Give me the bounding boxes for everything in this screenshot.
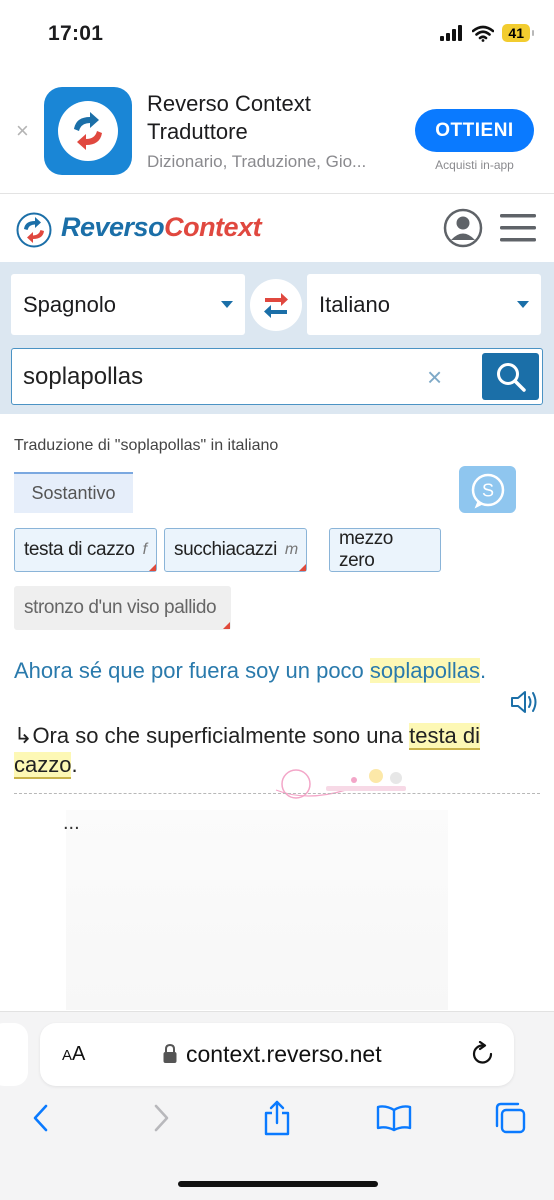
translation-chip[interactable]: stronzo d'un viso pallido [14, 586, 231, 630]
search-icon [496, 362, 526, 392]
hamburger-menu-icon[interactable] [500, 214, 536, 242]
clear-search-button[interactable]: × [427, 362, 442, 393]
chevron-down-icon [221, 301, 233, 308]
app-subtitle: Dizionario, Traduzione, Gio... [147, 152, 367, 171]
app-name: Reverso Context Traduttore [147, 91, 311, 144]
translation-text: mezzo zero [339, 528, 393, 571]
target-language-select[interactable]: Italiano [307, 274, 541, 335]
reverso-context-logo[interactable]: ReversoContext [61, 212, 262, 243]
example-source-text: Ahora sé que por fuera soy un poco [14, 658, 370, 683]
reader-settings-button[interactable]: AA [62, 1043, 85, 1066]
app-install-banner: × Reverso Context Traduttore Dizionario,… [0, 78, 554, 194]
example-target-end: . [71, 752, 78, 777]
get-app-button[interactable]: OTTIENI [415, 109, 534, 152]
share-icon [264, 1100, 290, 1136]
more-results-ellipsis: ... [63, 812, 80, 834]
search-query[interactable]: soplapollas [23, 363, 143, 391]
status-time: 17:01 [48, 22, 104, 45]
forward-button[interactable] [141, 1098, 181, 1138]
search-button[interactable] [482, 353, 539, 400]
watermark-sticker [275, 769, 406, 799]
search-panel: Spagnolo Italiano soplapollas × [0, 262, 554, 414]
user-account-icon[interactable] [443, 208, 483, 248]
banner-close-button[interactable]: × [16, 118, 29, 144]
svg-text:S: S [481, 480, 493, 500]
app-icon[interactable] [44, 87, 132, 175]
example-source-sentence[interactable]: Ahora sé que por fuera soy un poco sopla… [14, 656, 494, 685]
translation-chip[interactable]: mezzo zero [329, 528, 441, 572]
translation-text: stronzo d'un viso pallido [24, 597, 217, 618]
swap-icon [264, 293, 288, 318]
synonyms-icon[interactable]: S [459, 466, 516, 513]
in-app-purchases-label: Acquisti in-app [435, 158, 514, 172]
divider [14, 793, 540, 794]
example-source-end: . [479, 658, 487, 683]
translation-chip[interactable]: succhiacazzi m [164, 528, 307, 572]
source-language-label: Spagnolo [23, 291, 116, 317]
battery-indicator: 41 [502, 24, 534, 42]
aa-large: A [72, 1043, 86, 1065]
gender-label: m [284, 541, 298, 558]
reload-icon[interactable] [470, 1041, 496, 1067]
site-header: ReversoContext [0, 196, 554, 262]
arrow-icon: ↳ [14, 723, 33, 748]
chevron-right-icon [154, 1104, 169, 1132]
speaker-icon[interactable] [510, 688, 542, 716]
search-input[interactable]: soplapollas × [11, 348, 543, 405]
address-bar[interactable]: AA context.reverso.net [40, 1023, 514, 1086]
tabs-button[interactable] [490, 1098, 530, 1138]
translation-text: testa di cazzo [24, 539, 135, 560]
status-bar: 17:01 41 [0, 0, 554, 70]
gender-label: f [142, 541, 147, 558]
example-target-text: Ora so che superficialmente sono una [32, 723, 410, 748]
book-icon [376, 1105, 412, 1132]
wifi-icon [472, 25, 495, 42]
blurred-content [66, 810, 448, 1010]
chevron-left-icon [33, 1104, 48, 1132]
share-button[interactable] [257, 1098, 297, 1138]
url-text[interactable]: context.reverso.net [186, 1041, 382, 1068]
status-icons: 41 [440, 24, 534, 42]
chevron-down-icon [517, 301, 529, 308]
source-language-select[interactable]: Spagnolo [11, 274, 245, 335]
home-indicator[interactable] [178, 1181, 378, 1187]
target-language-label: Italiano [319, 291, 390, 317]
lock-icon [163, 1043, 177, 1063]
reverso-logo-icon [58, 101, 118, 161]
cellular-signal-icon [440, 25, 463, 41]
browser-toolbar: AA context.reverso.net [0, 1011, 554, 1200]
logo-part2: Context [164, 212, 262, 242]
translation-chip[interactable]: testa di cazzo f [14, 528, 157, 572]
tabs-icon [495, 1102, 526, 1134]
example-source-highlight: soplapollas [369, 658, 480, 683]
swap-languages-button[interactable] [250, 279, 302, 331]
previous-tab-preview[interactable] [0, 1023, 28, 1086]
part-of-speech-tag[interactable]: Sostantivo [14, 472, 133, 513]
aa-small: A [62, 1047, 73, 1064]
reverso-logo-icon[interactable] [16, 212, 52, 248]
back-button[interactable] [21, 1098, 61, 1138]
bookmarks-button[interactable] [374, 1098, 414, 1138]
translation-text: succhiacazzi [174, 539, 277, 560]
browser-nav-row [0, 1098, 554, 1144]
translation-heading: Traduzione di "soplapollas" in italiano [14, 437, 279, 454]
logo-part1: Reverso [61, 212, 165, 242]
